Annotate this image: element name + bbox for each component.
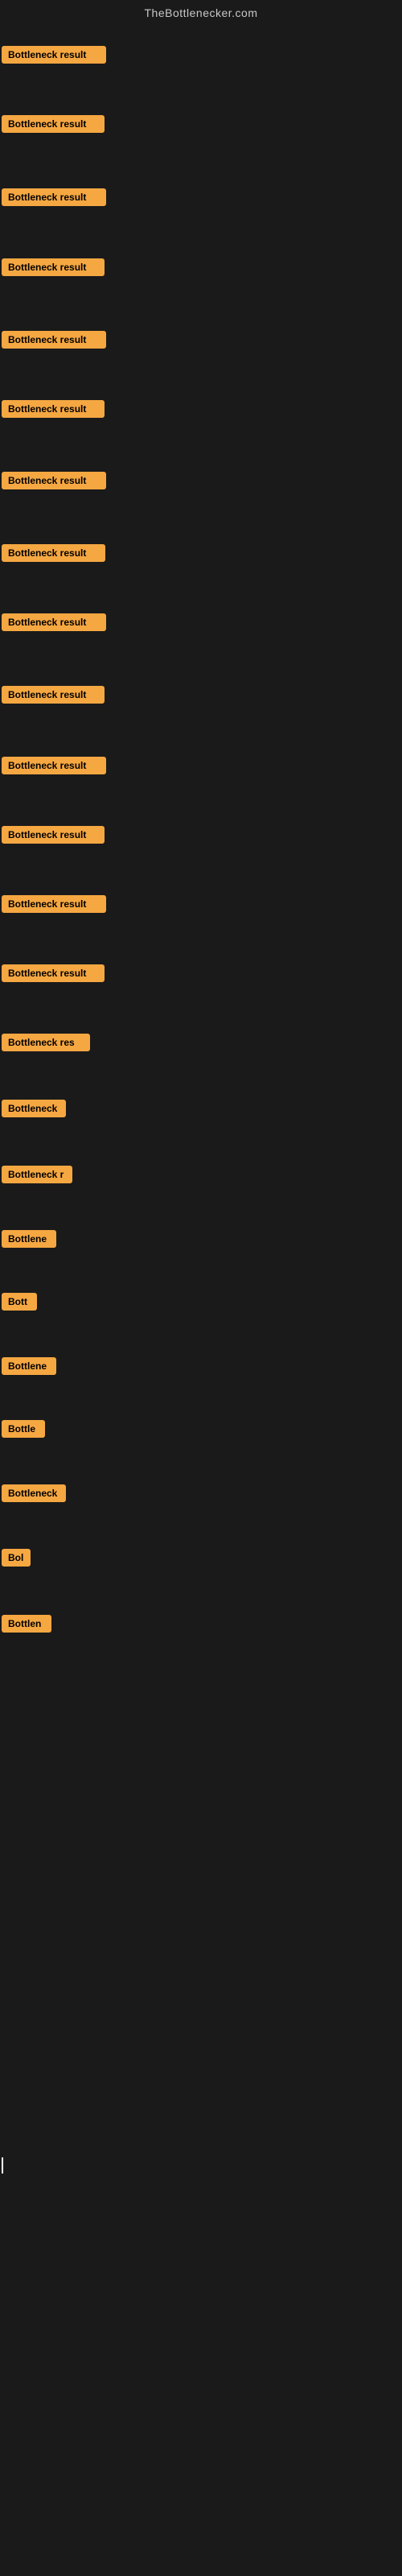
- bottleneck-badge-5[interactable]: Bottleneck result: [2, 331, 106, 349]
- badge-row: Bottleneck result: [2, 115, 105, 137]
- badge-row: Bottleneck: [2, 1484, 66, 1506]
- bottleneck-badge-12[interactable]: Bottleneck result: [2, 826, 105, 844]
- badge-row: Bottlene: [2, 1357, 56, 1379]
- bottleneck-badge-24[interactable]: Bottlen: [2, 1615, 51, 1633]
- badge-row: Bottleneck result: [2, 400, 105, 422]
- site-header: TheBottlenecker.com: [0, 0, 402, 27]
- bottleneck-badge-21[interactable]: Bottle: [2, 1420, 45, 1438]
- bottleneck-badge-16[interactable]: Bottleneck: [2, 1100, 66, 1117]
- badge-row: Bottleneck result: [2, 331, 106, 353]
- bottleneck-badge-18[interactable]: Bottlene: [2, 1230, 56, 1248]
- bottleneck-badge-13[interactable]: Bottleneck result: [2, 895, 106, 913]
- bottleneck-badge-11[interactable]: Bottleneck result: [2, 757, 106, 774]
- bottleneck-badge-23[interactable]: Bol: [2, 1549, 31, 1567]
- badge-row: Bottleneck result: [2, 613, 106, 635]
- bottleneck-badge-4[interactable]: Bottleneck result: [2, 258, 105, 276]
- cursor: [2, 2157, 3, 2174]
- bottleneck-badge-3[interactable]: Bottleneck result: [2, 188, 106, 206]
- badge-row: Bol: [2, 1549, 31, 1571]
- badge-row: Bottleneck result: [2, 826, 105, 848]
- badge-row: Bottlene: [2, 1230, 56, 1252]
- badge-row: Bottleneck result: [2, 188, 106, 210]
- badge-row: Bottleneck result: [2, 46, 106, 68]
- bottleneck-badge-1[interactable]: Bottleneck result: [2, 46, 106, 64]
- bottleneck-badge-2[interactable]: Bottleneck result: [2, 115, 105, 133]
- bottleneck-badge-14[interactable]: Bottleneck result: [2, 964, 105, 982]
- bottleneck-badge-7[interactable]: Bottleneck result: [2, 472, 106, 489]
- bottleneck-badge-22[interactable]: Bottleneck: [2, 1484, 66, 1502]
- badge-row: Bottleneck result: [2, 686, 105, 708]
- badge-row: Bottleneck result: [2, 258, 105, 280]
- badge-row: Bottleneck result: [2, 472, 106, 493]
- badge-row: Bottle: [2, 1420, 45, 1442]
- badge-row: Bottleneck result: [2, 544, 105, 566]
- bottleneck-badge-10[interactable]: Bottleneck result: [2, 686, 105, 704]
- badge-row: Bottleneck res: [2, 1034, 90, 1055]
- badge-row: Bottleneck result: [2, 757, 106, 778]
- badge-row: Bottleneck result: [2, 895, 106, 917]
- bottleneck-badge-15[interactable]: Bottleneck res: [2, 1034, 90, 1051]
- site-title: TheBottlenecker.com: [144, 6, 257, 19]
- bottleneck-badge-20[interactable]: Bottlene: [2, 1357, 56, 1375]
- bottleneck-badge-17[interactable]: Bottleneck r: [2, 1166, 72, 1183]
- bottleneck-badge-9[interactable]: Bottleneck result: [2, 613, 106, 631]
- badge-row: Bottlen: [2, 1615, 51, 1637]
- badge-row: Bottleneck r: [2, 1166, 72, 1187]
- badge-row: Bott: [2, 1293, 37, 1315]
- bottleneck-badge-8[interactable]: Bottleneck result: [2, 544, 105, 562]
- badge-row: Bottleneck: [2, 1100, 66, 1121]
- badge-row: Bottleneck result: [2, 964, 105, 986]
- bottleneck-badge-19[interactable]: Bott: [2, 1293, 37, 1311]
- bottleneck-badge-6[interactable]: Bottleneck result: [2, 400, 105, 418]
